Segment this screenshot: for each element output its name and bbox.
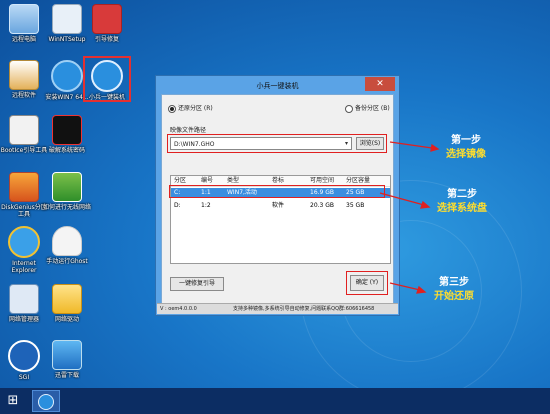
annotation-step2: 第二步 选择系统盘 <box>426 188 498 216</box>
cell-number: 1:2 <box>201 202 211 209</box>
annotation-step2-title: 第二步 <box>447 189 477 200</box>
annotation-step3: 第三步 开始还原 <box>422 276 486 304</box>
annotation-step3-title: 第三步 <box>439 277 469 288</box>
desktop-icon-boot-repair[interactable]: 引导修复 <box>83 4 131 43</box>
desktop-icon-remote-software[interactable]: 远程软件 <box>0 60 48 99</box>
network-icon <box>9 284 39 314</box>
bootice-icon <box>9 115 39 145</box>
window-titlebar[interactable]: 小兵一键装机 ✕ <box>156 76 399 94</box>
sgi-icon <box>8 340 40 372</box>
desktop-icon-manual-ghost[interactable]: 手动运行Ghost <box>43 226 91 265</box>
desktop-icon-wifi-help[interactable]: 如何进行无线网络 <box>43 172 91 211</box>
desktop-icon-network-driver[interactable]: 网络驱动 <box>43 284 91 323</box>
ghost-icon <box>52 226 82 256</box>
folder-icon <box>52 284 82 314</box>
installer-icon <box>38 394 54 410</box>
window-body: 还原分区 (R) 备份分区 (B) 映像文件路径 D:\WIN7.GHO ▾ 浏… <box>157 94 398 314</box>
selected-icon-highlight <box>83 56 131 102</box>
window-title: 小兵一键装机 <box>256 82 299 90</box>
install-icon <box>51 60 83 92</box>
step2-highlight-box <box>169 185 385 198</box>
desktop-icon-internet-explorer[interactable]: Internet Explorer <box>0 226 48 274</box>
annotation-step3-text: 开始还原 <box>434 291 474 302</box>
desktop-icon-remote-pc[interactable]: 远程电脑 <box>0 4 48 43</box>
close-button[interactable]: ✕ <box>365 77 395 91</box>
annotation-step1-text: 选择镜像 <box>446 149 486 160</box>
password-icon <box>52 115 82 145</box>
computer-icon <box>9 4 39 34</box>
toolbox-icon <box>92 4 122 34</box>
step3-highlight-box <box>346 271 388 295</box>
radio-restore-partition[interactable]: 还原分区 (R) <box>168 103 213 113</box>
desktop-icon-bootice[interactable]: BootIce引导工具 <box>0 115 48 154</box>
taskbar-app-installer[interactable] <box>32 390 60 412</box>
taskbar: ⊞ <box>0 388 550 414</box>
thunder-icon <box>52 340 82 370</box>
cell-capacity: 35 GB <box>346 202 365 209</box>
ie-icon <box>8 226 40 258</box>
table-row[interactable]: D: 1:2 软件 20.3 GB 35 GB <box>171 201 390 211</box>
wifi-help-icon <box>52 172 82 202</box>
desktop-icon-network-manager[interactable]: 网络管理器 <box>0 284 48 323</box>
annotation-step1: 第一步 选择镜像 <box>436 134 496 162</box>
setup-icon <box>52 4 82 34</box>
step1-highlight-box <box>167 134 387 153</box>
cell-partition: D: <box>174 202 181 209</box>
installer-window: 小兵一键装机 ✕ 还原分区 (R) 备份分区 (B) 映像文件路径 D:\WIN… <box>155 75 400 316</box>
radio-checked-icon <box>168 104 176 113</box>
diskgenius-icon <box>9 172 39 202</box>
desktop-icon-diskgenius[interactable]: DiskGenius分区工具 <box>0 172 48 218</box>
annotation-step2-text: 选择系统盘 <box>437 203 487 214</box>
start-button[interactable]: ⊞ <box>4 392 22 410</box>
remote-icon <box>9 60 39 90</box>
desktop-icon-sgi[interactable]: SGI <box>0 340 48 381</box>
radio-backup-label: 备份分区 (B) <box>355 105 390 112</box>
version-text: V : oem4.0.0.0 <box>160 306 197 312</box>
repair-boot-button[interactable]: 一键修复引导 <box>170 277 224 291</box>
status-bar: V : oem4.0.0.0 支持多种镜像,多系统引导自动修复,问题联系QQ群:… <box>157 303 398 314</box>
cell-label: 软件 <box>272 202 285 209</box>
support-text: 支持多种镜像,多系统引导自动修复,问题联系QQ群:606616458 <box>233 306 375 312</box>
radio-backup-partition[interactable]: 备份分区 (B) <box>345 103 390 113</box>
cell-free-space: 20.3 GB <box>310 202 335 209</box>
desktop-icon-thunder[interactable]: 迅雷下载 <box>43 340 91 379</box>
radio-restore-label: 还原分区 (R) <box>178 105 213 112</box>
desktop-icon-crack-password[interactable]: 破解系统密码 <box>43 115 91 154</box>
annotation-step1-title: 第一步 <box>451 135 481 146</box>
image-path-label: 映像文件路径 <box>170 127 207 134</box>
radio-unchecked-icon <box>345 104 353 113</box>
